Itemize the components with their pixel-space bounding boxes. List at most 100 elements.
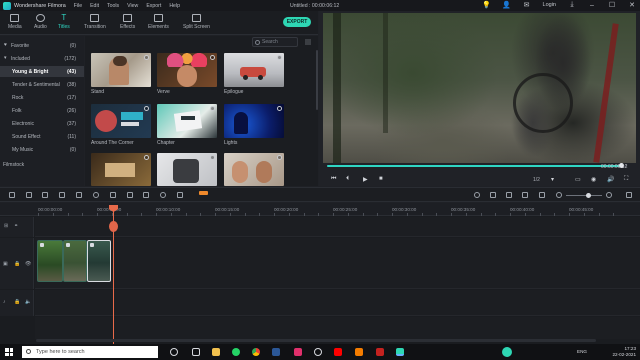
category-filmstock[interactable]: Filmstock xyxy=(0,159,84,170)
task-view-icon[interactable] xyxy=(192,348,200,356)
download-icon[interactable] xyxy=(210,155,215,160)
title-thumbnail[interactable] xyxy=(224,104,284,138)
user-icon[interactable]: 👤 xyxy=(502,1,511,9)
tab-transition[interactable]: Transition xyxy=(84,14,106,30)
tab-split-screen[interactable]: Split Screen xyxy=(183,14,210,30)
lightbulb-icon[interactable]: 💡 xyxy=(482,1,491,9)
snapshot-icon[interactable] xyxy=(539,192,545,198)
category-folk[interactable]: Folk (26) xyxy=(0,105,84,116)
track-empty[interactable] xyxy=(35,217,640,237)
tab-media[interactable]: Media xyxy=(8,14,22,30)
minimize-icon[interactable]: – xyxy=(588,1,596,9)
step-back-icon[interactable]: ⏮ xyxy=(331,176,336,183)
title-thumbnail[interactable] xyxy=(91,104,151,138)
timeline-scrollbar[interactable] xyxy=(36,339,596,342)
download-icon[interactable] xyxy=(144,55,149,60)
green-screen-icon[interactable] xyxy=(160,192,166,198)
mail-icon[interactable]: ✉ xyxy=(523,1,531,9)
crop-icon[interactable] xyxy=(76,192,82,198)
category-my-music[interactable]: My Music (0) xyxy=(0,144,84,155)
render-icon[interactable] xyxy=(474,192,480,198)
frame-back-icon[interactable]: ⏴ xyxy=(346,176,349,183)
app-icon[interactable] xyxy=(272,348,280,356)
title-thumbnail[interactable] xyxy=(157,153,217,186)
download-icon[interactable] xyxy=(144,155,149,160)
title-thumbnail[interactable] xyxy=(157,53,217,87)
maximize-icon[interactable]: ☐ xyxy=(608,1,616,9)
zoom-slider[interactable] xyxy=(566,193,602,198)
lock-icon[interactable]: 🔒 xyxy=(14,299,20,305)
grid-view-icon[interactable] xyxy=(305,39,311,45)
download-icon[interactable] xyxy=(277,155,282,160)
windows-start-icon[interactable] xyxy=(5,348,13,356)
voiceover-icon[interactable] xyxy=(522,192,528,198)
track-audio[interactable] xyxy=(35,290,640,316)
search-input[interactable]: Search xyxy=(252,37,298,47)
audio-waveform-icon[interactable] xyxy=(199,191,208,195)
close-icon[interactable]: ✕ xyxy=(628,1,636,9)
menu-help[interactable]: Help xyxy=(169,3,180,9)
menu-view[interactable]: View xyxy=(127,3,138,9)
cortana-icon[interactable] xyxy=(170,348,178,356)
category-young-bright[interactable]: Young & Bright (43) xyxy=(0,66,84,77)
pause-icon[interactable] xyxy=(626,192,632,198)
title-thumbnail[interactable] xyxy=(224,53,284,87)
marker-icon[interactable] xyxy=(490,192,496,198)
chevron-down-icon[interactable]: ▾ xyxy=(551,176,554,183)
file-explorer-icon[interactable] xyxy=(212,348,220,356)
tab-titles[interactable]: T Titles xyxy=(58,14,70,31)
title-thumbnail[interactable] xyxy=(91,153,151,186)
track-empty-bottom[interactable] xyxy=(35,317,640,339)
undo-icon[interactable] xyxy=(9,192,15,198)
export-button[interactable]: EXPORT xyxy=(283,17,311,27)
title-thumbnail[interactable] xyxy=(91,53,151,87)
video-clip-selected[interactable] xyxy=(87,240,111,282)
chrome-icon[interactable] xyxy=(252,348,260,356)
whatsapp-icon[interactable] xyxy=(232,348,240,356)
volume-icon[interactable]: 🔊 xyxy=(607,176,614,183)
add-track-icon[interactable]: ⊞ xyxy=(4,223,8,229)
video-preview[interactable] xyxy=(323,13,636,163)
mic-icon[interactable] xyxy=(506,192,512,198)
eye-icon[interactable]: 👁 xyxy=(25,261,31,267)
play-icon[interactable]: ▶ xyxy=(363,176,368,183)
stop-icon[interactable]: ■ xyxy=(379,176,383,182)
category-rock[interactable]: Rock (17) xyxy=(0,92,84,103)
download-icon[interactable] xyxy=(210,55,215,60)
video-clip[interactable] xyxy=(37,240,63,282)
stabilize-icon[interactable] xyxy=(143,192,149,198)
filmora-taskbar-icon[interactable] xyxy=(396,348,404,356)
playback-progress[interactable] xyxy=(327,163,627,168)
youtube-icon[interactable] xyxy=(334,348,342,356)
download-icon[interactable] xyxy=(144,106,149,111)
tab-elements[interactable]: Elements xyxy=(148,14,169,30)
vlc-icon[interactable] xyxy=(355,348,363,356)
menu-file[interactable]: File xyxy=(74,3,82,9)
freeze-icon[interactable] xyxy=(110,192,116,198)
redo-icon[interactable] xyxy=(26,192,32,198)
tab-audio[interactable]: Audio xyxy=(34,14,47,30)
delete-icon[interactable] xyxy=(42,192,48,198)
color-icon[interactable] xyxy=(127,192,133,198)
link-icon[interactable]: ⚭ xyxy=(14,223,18,229)
menu-edit[interactable]: Edit xyxy=(90,3,99,9)
title-thumbnail[interactable] xyxy=(224,153,284,186)
menu-tools[interactable]: Tools xyxy=(107,3,119,9)
download-icon[interactable] xyxy=(210,106,215,111)
camera-app-icon[interactable] xyxy=(294,348,302,356)
download-icon[interactable]: ⤓ xyxy=(568,1,576,9)
settings-icon[interactable] xyxy=(314,348,322,356)
category-sound-effect[interactable]: Sound Effect (11) xyxy=(0,131,84,142)
system-clock[interactable]: 17:23 22-02-2021 xyxy=(613,346,637,358)
camera-icon[interactable]: ◉ xyxy=(591,176,596,183)
category-favorite[interactable]: ♥ Favorite (0) xyxy=(0,40,84,51)
download-icon[interactable] xyxy=(277,55,282,60)
media-scrollbar[interactable] xyxy=(316,50,318,110)
cut-icon[interactable] xyxy=(59,192,65,198)
speaker-icon[interactable]: 🔈 xyxy=(25,299,31,305)
lock-icon[interactable]: 🔒 xyxy=(14,261,20,267)
login-button[interactable]: Login xyxy=(543,2,556,8)
zoom-out-icon[interactable] xyxy=(556,192,562,198)
playhead-marker-icon[interactable] xyxy=(109,221,118,232)
category-tender-sentimental[interactable]: Tender & Sentimental (38) xyxy=(0,79,84,90)
